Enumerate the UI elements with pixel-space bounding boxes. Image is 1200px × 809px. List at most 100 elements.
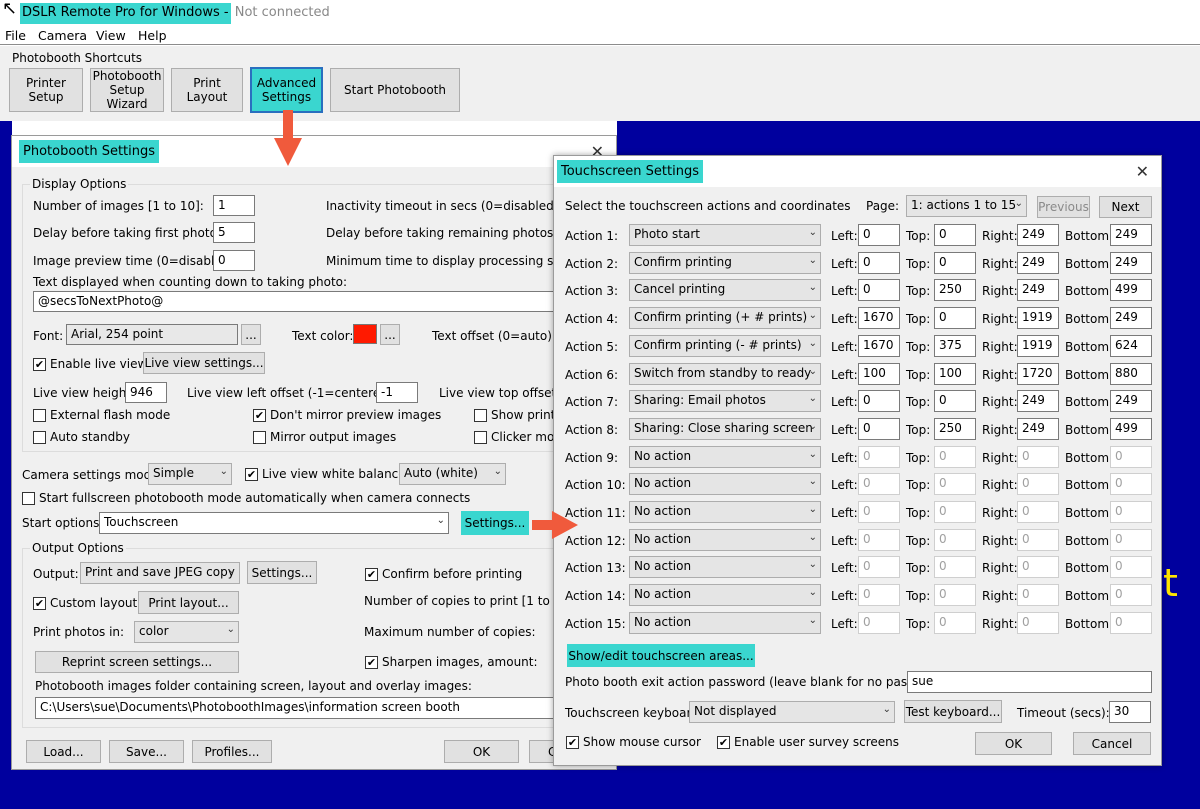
top-input[interactable]: 0 [934,529,976,551]
printer-setup-button[interactable]: Printer Setup [9,68,83,112]
save-button[interactable]: Save... [109,740,184,763]
menu-camera[interactable]: Camera [38,28,87,43]
action-select[interactable]: Sharing: Close sharing screen ⌄ [629,418,821,440]
left-input[interactable]: 0 [858,252,900,274]
action-select[interactable]: No action ⌄ [629,612,821,634]
images-folder-input[interactable]: C:\Users\sue\Documents\PhotoboothImages\… [35,697,613,719]
left-input[interactable]: 0 [858,612,900,634]
right-input[interactable]: 1919 [1017,307,1059,329]
live-view-white-balance-checkbox[interactable]: ✔ Live view white balance: [245,467,410,481]
photobooth-ok-button[interactable]: OK [444,740,519,763]
enable-live-view-checkbox[interactable]: ✔ Enable live view [33,357,147,371]
num-images-input[interactable]: 1 [213,195,255,216]
timeout-input[interactable]: 30 [1109,701,1151,723]
live-view-left-input[interactable]: -1 [376,382,418,403]
action-select[interactable]: Confirm printing ⌄ [629,252,821,274]
close-icon[interactable]: ✕ [1136,162,1149,181]
show-edit-touchscreen-areas-button[interactable]: Show/edit touchscreen areas... [567,644,755,667]
action-select[interactable]: No action ⌄ [629,556,821,578]
action-select[interactable]: Confirm printing (- # prints) ⌄ [629,335,821,357]
previous-button[interactable]: Previous [1037,196,1090,218]
top-input[interactable]: 0 [934,612,976,634]
right-input[interactable]: 249 [1017,224,1059,246]
action-select[interactable]: No action ⌄ [629,446,821,468]
bottom-input[interactable]: 0 [1110,501,1152,523]
enable-survey-checkbox[interactable]: ✔ Enable user survey screens [717,735,899,749]
top-input[interactable]: 0 [934,473,976,495]
output-settings-button[interactable]: Settings... [247,561,317,584]
advanced-settings-button[interactable]: Advanced Settings [250,67,323,113]
left-input[interactable]: 0 [858,390,900,412]
top-input[interactable]: 0 [934,307,976,329]
print-photos-in-select[interactable]: color ⌄ [134,621,239,643]
top-input[interactable]: 0 [934,446,976,468]
live-view-settings-button[interactable]: Live view settings... [143,352,265,374]
action-select[interactable]: No action ⌄ [629,529,821,551]
action-select[interactable]: Switch from standby to ready ⌄ [629,363,821,385]
auto-standby-checkbox[interactable]: Auto standby [33,430,130,444]
load-button[interactable]: Load... [26,740,101,763]
action-select[interactable]: No action ⌄ [629,473,821,495]
countdown-text-input[interactable]: @secsToNextPhoto@ [33,291,613,312]
bottom-input[interactable]: 0 [1110,556,1152,578]
menu-file[interactable]: File [5,28,26,43]
profiles-button[interactable]: Profiles... [192,740,272,763]
action-select[interactable]: No action ⌄ [629,584,821,606]
text-color-swatch[interactable] [353,324,377,344]
right-input[interactable]: 0 [1017,584,1059,606]
action-select[interactable]: Confirm printing (+ # prints) ⌄ [629,307,821,329]
bottom-input[interactable]: 0 [1110,473,1152,495]
start-fullscreen-checkbox[interactable]: Start fullscreen photobooth mode automat… [22,491,470,505]
left-input[interactable]: 0 [858,501,900,523]
menu-help[interactable]: Help [138,28,167,43]
action-select[interactable]: No action ⌄ [629,501,821,523]
photobooth-setup-wizard-button[interactable]: Photobooth Setup Wizard [90,68,164,112]
start-options-settings-button[interactable]: Settings... [461,511,529,535]
live-view-height-input[interactable]: 946 [125,382,167,403]
mirror-output-checkbox[interactable]: Mirror output images [253,430,396,444]
bottom-input[interactable]: 0 [1110,446,1152,468]
right-input[interactable]: 249 [1017,418,1059,440]
action-select[interactable]: Sharing: Email photos ⌄ [629,390,821,412]
action-select[interactable]: Cancel printing ⌄ [629,279,821,301]
left-input[interactable]: 1670 [858,335,900,357]
bottom-input[interactable]: 499 [1110,418,1152,440]
top-input[interactable]: 250 [934,279,976,301]
sharpen-images-checkbox[interactable]: ✔ Sharpen images, amount: [365,655,538,669]
show-mouse-cursor-checkbox[interactable]: ✔ Show mouse cursor [566,735,701,749]
confirm-before-printing-checkbox[interactable]: ✔ Confirm before printing [365,567,522,581]
top-input[interactable]: 375 [934,335,976,357]
right-input[interactable]: 0 [1017,446,1059,468]
right-input[interactable]: 1919 [1017,335,1059,357]
start-photobooth-button[interactable]: Start Photobooth [330,68,460,112]
touch-cancel-button[interactable]: Cancel [1073,732,1151,755]
bottom-input[interactable]: 880 [1110,363,1152,385]
left-input[interactable]: 0 [858,556,900,578]
reprint-screen-settings-button[interactable]: Reprint screen settings... [35,651,239,673]
left-input[interactable]: 0 [858,418,900,440]
preview-time-input[interactable]: 0 [213,250,255,271]
left-input[interactable]: 0 [858,473,900,495]
external-flash-checkbox[interactable]: External flash mode [33,408,170,422]
action-select[interactable]: Photo start ⌄ [629,224,821,246]
bottom-input[interactable]: 249 [1110,390,1152,412]
left-input[interactable]: 0 [858,529,900,551]
top-input[interactable]: 0 [934,390,976,412]
bottom-input[interactable]: 249 [1110,224,1152,246]
dont-mirror-checkbox[interactable]: ✔ Don't mirror preview images [253,408,441,422]
next-button[interactable]: Next [1099,196,1152,218]
text-color-picker-button[interactable]: ... [380,324,400,345]
right-input[interactable]: 1720 [1017,363,1059,385]
bottom-input[interactable]: 0 [1110,612,1152,634]
bottom-input[interactable]: 0 [1110,529,1152,551]
top-input[interactable]: 100 [934,363,976,385]
camera-settings-mode-select[interactable]: Simple ⌄ [148,463,232,485]
right-input[interactable]: 249 [1017,252,1059,274]
left-input[interactable]: 1670 [858,307,900,329]
page-select[interactable]: 1: actions 1 to 15 ⌄ [906,195,1027,217]
right-input[interactable]: 249 [1017,390,1059,412]
print-layout-button[interactable]: Print Layout [171,68,243,112]
custom-layout-checkbox[interactable]: ✔ Custom layout [33,596,137,610]
right-input[interactable]: 249 [1017,279,1059,301]
top-input[interactable]: 0 [934,252,976,274]
